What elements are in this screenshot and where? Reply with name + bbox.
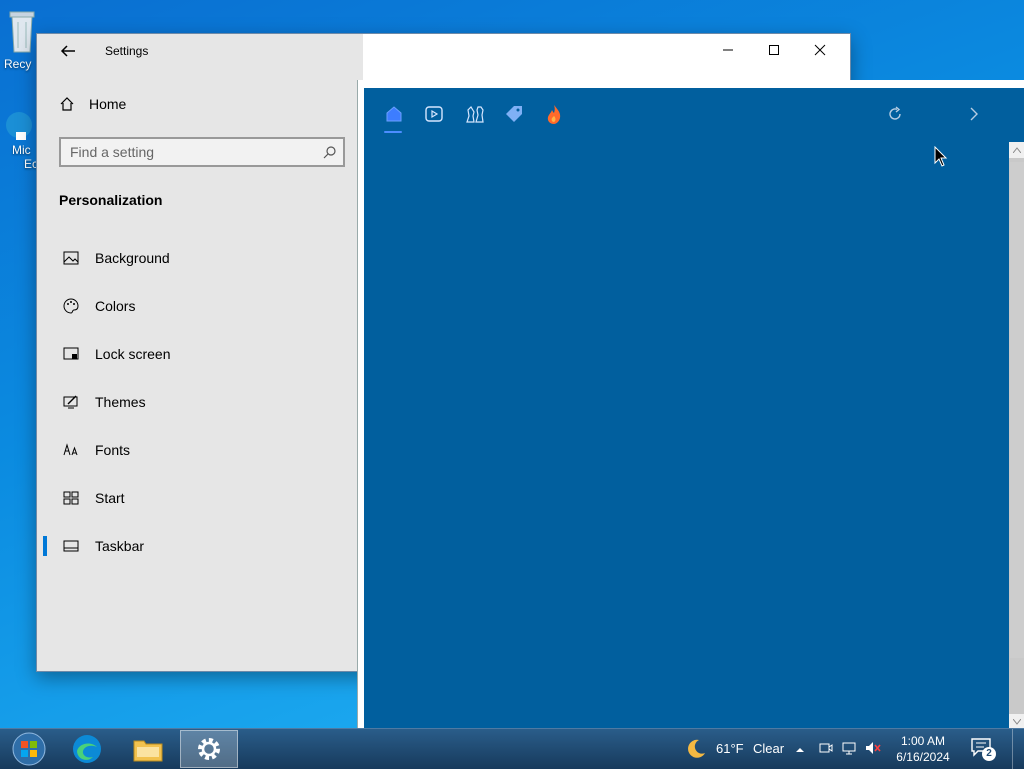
themes-icon <box>49 394 93 410</box>
maximize-icon <box>769 45 779 55</box>
network-button[interactable] <box>841 740 857 761</box>
active-tab-indicator <box>384 131 402 133</box>
minimize-icon <box>723 49 733 51</box>
nav-item-background[interactable]: Background <box>43 238 363 278</box>
nav-item-start[interactable]: Start <box>43 478 363 518</box>
notification-badge: 2 <box>982 747 996 761</box>
volume-button[interactable] <box>864 740 882 761</box>
nav-item-label: Colors <box>95 298 136 314</box>
gear-icon <box>198 738 220 760</box>
search-icon[interactable] <box>317 145 343 159</box>
next-button[interactable] <box>962 102 986 126</box>
nav-item-taskbar[interactable]: Taskbar <box>43 526 363 566</box>
nav-item-themes[interactable]: Themes <box>43 382 363 422</box>
clock-date: 6/16/2024 <box>896 750 950 764</box>
close-button[interactable] <box>797 34 843 66</box>
nav-item-label: Themes <box>95 394 146 410</box>
edge-icon <box>73 735 101 763</box>
scroll-thumb[interactable] <box>1010 162 1024 658</box>
deals-tab[interactable] <box>502 102 526 126</box>
clock[interactable]: 1:00 AM 6/16/2024 <box>888 733 958 765</box>
nav-item-label: Start <box>95 490 125 506</box>
weather-temp: 61°F <box>716 741 744 756</box>
app-content <box>364 88 1024 730</box>
search-box[interactable] <box>59 137 345 167</box>
network-icon <box>842 742 856 755</box>
close-icon <box>814 44 826 56</box>
fire-icon <box>547 105 561 124</box>
recycle-bin-icon <box>9 11 35 53</box>
home-nav-item[interactable]: Home <box>59 96 126 112</box>
home-tab[interactable] <box>382 102 406 126</box>
nav-item-label: Taskbar <box>95 538 145 554</box>
scroll-up-icon <box>1013 147 1021 153</box>
windows-logo-icon <box>12 732 46 766</box>
maximize-button[interactable] <box>751 34 797 66</box>
clock-time: 1:00 AM <box>900 734 946 748</box>
back-button[interactable] <box>57 40 79 62</box>
start-button[interactable] <box>0 730 58 768</box>
taskbar: 61°F Clear 1:00 AM 6/16/2024 2 <box>0 728 1024 769</box>
edge-shortcut-icon <box>6 112 32 140</box>
home-icon <box>386 106 402 122</box>
nav-item-label: Lock screen <box>95 346 171 362</box>
chess-icon <box>466 106 484 123</box>
vertical-scrollbar[interactable] <box>1009 142 1024 730</box>
home-icon <box>60 97 74 111</box>
palette-icon <box>49 298 93 314</box>
moon-icon <box>688 739 705 758</box>
taskbar-icon <box>49 540 93 552</box>
nav-item-fonts[interactable]: Fonts <box>43 430 363 470</box>
show-desktop-button[interactable] <box>1012 729 1024 769</box>
lock-screen-icon <box>49 347 93 361</box>
weather-condition: Clear <box>753 741 785 756</box>
window-title: Settings <box>105 44 149 58</box>
video-tab[interactable] <box>422 102 446 126</box>
action-center-button[interactable]: 2 <box>970 737 996 761</box>
refresh-button[interactable] <box>883 102 907 126</box>
scroll-up-button[interactable] <box>1009 142 1024 158</box>
show-hidden-icons-button[interactable] <box>795 742 805 760</box>
minimize-button[interactable] <box>705 34 751 66</box>
meet-now-button[interactable] <box>818 740 834 761</box>
weather-widget[interactable] <box>685 738 707 765</box>
chevron-up-icon <box>796 748 804 752</box>
video-icon <box>425 106 443 122</box>
tag-icon <box>506 106 522 122</box>
search-input[interactable] <box>61 143 317 161</box>
nav-item-label: Fonts <box>95 442 131 458</box>
taskbar-settings[interactable] <box>180 730 238 768</box>
mouse-cursor-icon <box>934 146 948 167</box>
app-window <box>357 80 1024 730</box>
volume-muted-icon <box>866 742 881 754</box>
games-tab[interactable] <box>463 102 487 126</box>
start-icon <box>49 491 93 505</box>
refresh-icon <box>889 106 901 120</box>
settings-sidebar: Settings Home Personalization Background <box>37 34 363 671</box>
home-label: Home <box>89 96 127 112</box>
chevron-right-icon <box>970 107 978 121</box>
nav-item-lock-screen[interactable]: Lock screen <box>43 334 363 374</box>
folder-icon <box>133 740 163 762</box>
picture-icon <box>49 251 93 265</box>
taskbar-file-explorer[interactable] <box>119 730 177 768</box>
camera-icon <box>819 743 833 753</box>
nav-item-colors[interactable]: Colors <box>43 286 363 326</box>
scroll-down-icon <box>1013 719 1021 725</box>
nav-item-label: Background <box>95 250 170 266</box>
fonts-icon <box>49 443 93 457</box>
section-title: Personalization <box>59 192 163 208</box>
taskbar-edge[interactable] <box>58 730 116 768</box>
trending-tab[interactable] <box>542 102 566 126</box>
selection-indicator <box>43 536 47 556</box>
back-arrow-icon <box>60 45 75 57</box>
